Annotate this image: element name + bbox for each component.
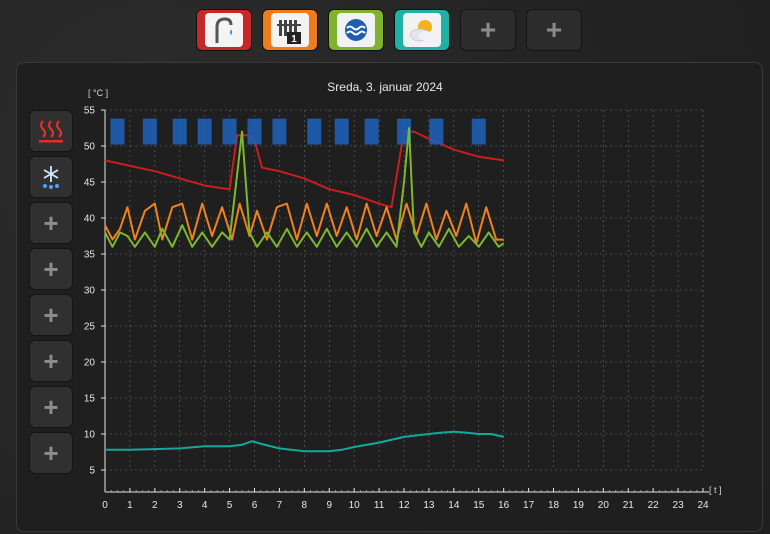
y-tick-label: 25 [84, 322, 96, 333]
series-block-point [110, 118, 125, 145]
series-block-point [247, 118, 262, 145]
x-tick-label: 4 [202, 500, 208, 511]
x-tick-label: 22 [648, 500, 660, 511]
y-tick-label: 55 [84, 106, 96, 117]
x-tick-label: 9 [326, 500, 332, 511]
series-block-point [429, 118, 444, 145]
x-tick-label: 23 [673, 500, 685, 511]
series-block-point [222, 118, 237, 145]
x-tick-label: 3 [177, 500, 183, 511]
y-tick-label: 50 [84, 142, 96, 153]
temperature-chart: 5101520253035404550550 1 2 3 4 5 6 7 8 9 10 11 12 13 1… [84, 106, 709, 511]
x-tick-label: 10 [349, 500, 361, 511]
x-tick-label: 14 [448, 500, 460, 511]
y-tick-label: 35 [84, 250, 96, 261]
x-tick-label: 19 [573, 500, 585, 511]
x-tick-label: 6 [252, 500, 258, 511]
y-tick-label: 45 [84, 178, 96, 189]
series-block-point [307, 118, 322, 145]
x-tick-label: 18 [548, 500, 560, 511]
x-tick-label: 7 [277, 500, 283, 511]
x-tick-label: 11 [374, 500, 385, 511]
x-tick-label: 16 [498, 500, 510, 511]
x-tick-label: 8 [302, 500, 308, 511]
x-tick-label: 21 [623, 500, 635, 511]
series-block-point [197, 118, 212, 145]
x-tick-label: 5 [227, 500, 233, 511]
series-block-point [142, 118, 157, 145]
y-tick-label: 5 [89, 466, 95, 477]
x-tick-label: 13 [423, 500, 435, 511]
y-tick-label: 15 [84, 394, 96, 405]
x-tick-label: 0 [102, 500, 108, 511]
series-block-point [334, 118, 349, 145]
x-tick-label: 12 [398, 500, 410, 511]
x-tick-label: 1 [127, 500, 133, 511]
y-tick-label: 20 [84, 358, 96, 369]
x-tick-label: 15 [473, 500, 485, 511]
y-tick-label: 40 [84, 214, 96, 225]
x-tick-label: 20 [598, 500, 610, 511]
series-block-point [172, 118, 187, 145]
x-tick-label: 17 [523, 500, 535, 511]
x-tick-label: 24 [697, 500, 709, 511]
series-block-point [272, 118, 287, 145]
y-tick-label: 30 [84, 286, 96, 297]
series-block-point [364, 118, 379, 145]
x-tick-label: 2 [152, 500, 158, 511]
series-block-point [471, 118, 486, 145]
y-tick-label: 10 [84, 430, 96, 441]
